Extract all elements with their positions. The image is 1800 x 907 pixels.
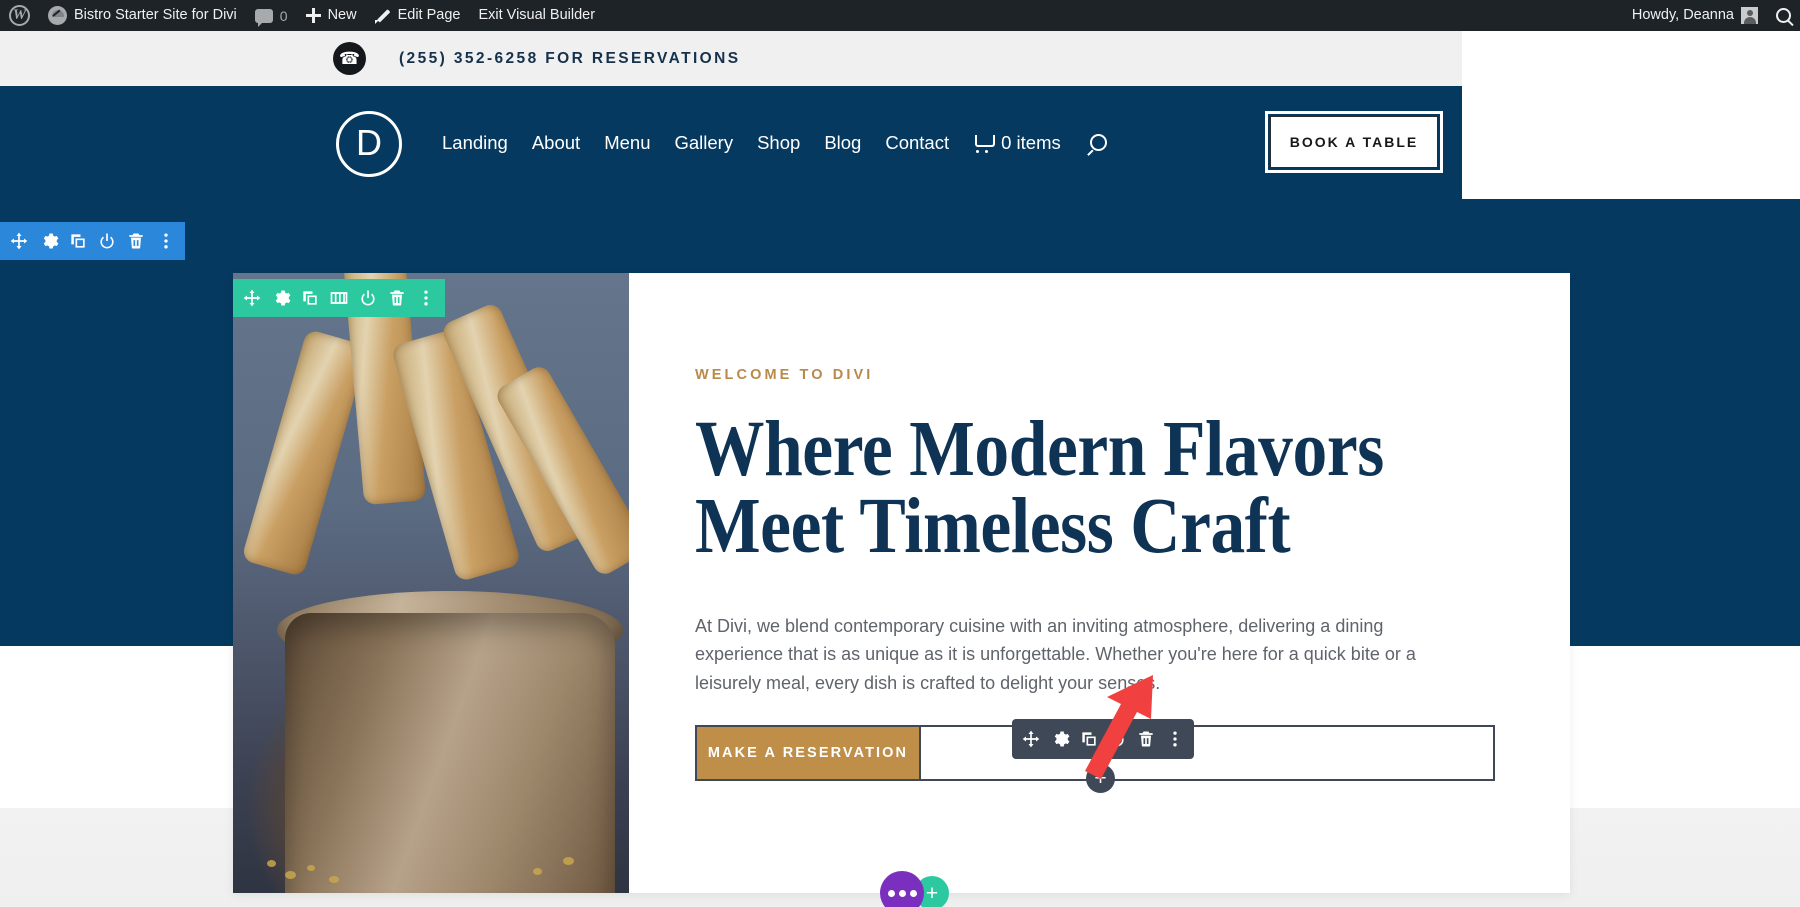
hero-text-column: WELCOME TO DIVI Where Modern Flavors Mee… [629,273,1570,893]
wp-admin-bar: W Bistro Starter Site for Divi 0 New Edi… [0,0,1800,31]
trash-icon[interactable] [126,231,146,251]
primary-navigation: Landing About Menu Gallery Shop Blog Con… [430,86,1111,199]
admin-bar-new-content[interactable]: New [297,0,366,31]
comments-count-label: 0 [279,7,288,24]
shopping-cart-icon [973,135,996,153]
make-a-reservation-button[interactable]: MAKE A RESERVATION [697,727,921,779]
section-settings-toolbar[interactable] [0,222,185,260]
nav-item-gallery[interactable]: Gallery [662,132,745,154]
columns-icon[interactable] [329,288,349,308]
power-icon[interactable] [358,288,378,308]
move-icon[interactable] [1021,729,1041,749]
ellipsis-icon[interactable] [880,871,924,907]
phone-icon: ☎ [333,42,366,75]
admin-bar-my-account[interactable]: Howdy, Deanna [1623,0,1767,31]
nav-item-contact[interactable]: Contact [873,132,961,154]
move-icon[interactable] [242,288,262,308]
power-icon[interactable] [1107,729,1127,749]
module-settings-toolbar[interactable] [1012,719,1194,759]
site-header: D Landing About Menu Gallery Shop Blog C… [0,86,1462,199]
edit-page-label: Edit Page [397,7,461,24]
nav-item-shop[interactable]: Shop [745,132,812,154]
admin-bar-search[interactable] [1767,0,1800,31]
site-logo[interactable]: D [336,111,402,177]
hero-row: WELCOME TO DIVI Where Modern Flavors Mee… [233,273,1570,893]
search-icon [1776,8,1791,23]
plus-icon [305,8,321,23]
row-settings-toolbar[interactable] [233,279,445,317]
hero-eyebrow: WELCOME TO DIVI [695,367,874,383]
admin-bar-exit-visual-builder[interactable]: Exit Visual Builder [469,0,604,31]
gear-icon[interactable] [39,231,59,251]
hero-image[interactable] [233,273,629,893]
power-icon[interactable] [97,231,117,251]
trash-icon[interactable] [1136,729,1156,749]
trash-icon[interactable] [387,288,407,308]
site-name-label: Bistro Starter Site for Divi [74,7,237,24]
cart-items-label: 0 items [1001,131,1061,153]
gear-icon[interactable] [271,288,291,308]
nav-item-blog[interactable]: Blog [812,132,873,154]
cart-link[interactable]: 0 items [961,132,1073,154]
page-title: Where Modern Flavors Meet Timeless Craft [695,406,1384,571]
gear-icon[interactable] [1050,729,1070,749]
pencil-icon [374,8,391,24]
admin-bar-edit-page[interactable]: Edit Page [366,0,470,31]
hero-paragraph: At Divi, we blend contemporary cuisine w… [695,615,1416,693]
duplicate-icon[interactable] [300,288,320,308]
more-options-icon[interactable] [1165,729,1185,749]
search-icon[interactable] [1086,130,1111,155]
more-options-icon[interactable] [416,288,436,308]
move-icon[interactable] [9,231,29,251]
comment-bubble-icon [254,8,273,27]
exit-visual-builder-label: Exit Visual Builder [478,7,596,24]
duplicate-icon[interactable] [68,231,88,251]
top-info-bar: ☎ (255) 352-6258 FOR RESERVATIONS [0,31,1462,86]
reservations-phone-text: (255) 352-6258 FOR RESERVATIONS [399,49,741,67]
nav-item-menu[interactable]: Menu [592,132,662,154]
duplicate-icon[interactable] [1079,729,1099,749]
add-module-button[interactable]: + [1086,764,1115,793]
admin-bar-comments[interactable]: 0 [246,0,297,31]
admin-bar-site-name[interactable]: Bistro Starter Site for Divi [39,0,246,31]
admin-bar-wordpress-menu[interactable]: W [0,0,39,31]
howdy-label: Howdy, Deanna [1631,7,1734,24]
new-label: New [327,7,357,24]
book-a-table-button[interactable]: BOOK A TABLE [1265,111,1443,173]
wordpress-logo-icon: W [9,5,30,26]
paper-bag [285,613,615,893]
nav-item-about[interactable]: About [520,132,592,154]
floating-action-buttons: + [880,871,949,907]
more-options-icon[interactable] [156,231,176,251]
user-avatar-icon [1741,7,1758,24]
nav-item-landing[interactable]: Landing [430,132,520,154]
dashboard-icon [48,6,67,25]
visual-builder-canvas: ☎ (255) 352-6258 FOR RESERVATIONS D Land… [0,31,1800,907]
